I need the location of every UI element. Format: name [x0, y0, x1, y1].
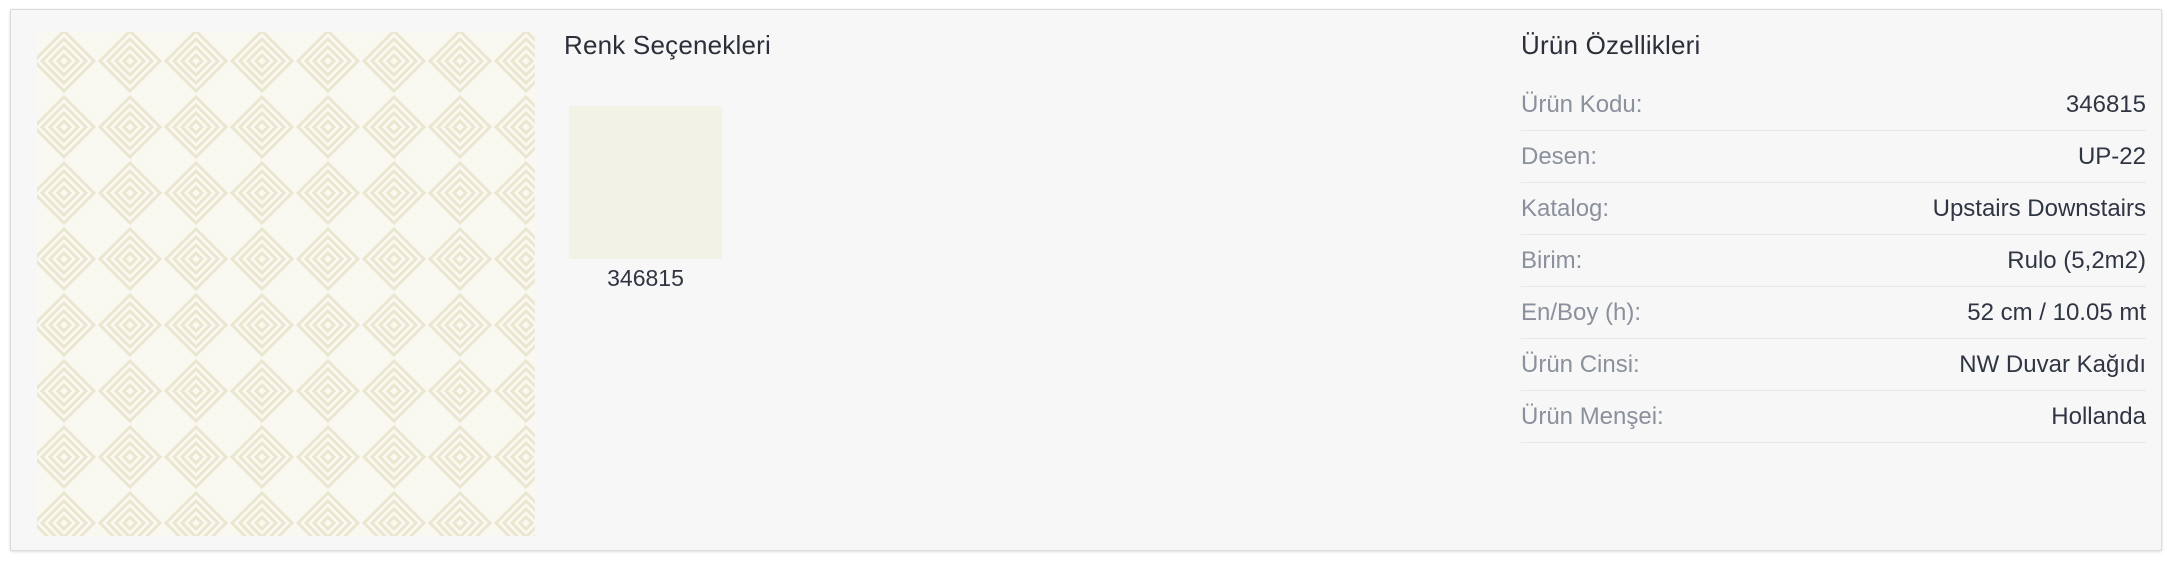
color-options-title: Renk Seçenekleri — [564, 30, 771, 60]
product-pattern-image[interactable] — [37, 32, 535, 536]
color-swatch-code[interactable]: 346815 — [569, 265, 722, 292]
color-swatch[interactable] — [569, 106, 722, 259]
spec-label: Birim: — [1521, 246, 1583, 274]
product-detail-card: Renk Seçenekleri 346815 Ürün Özellikleri… — [10, 9, 2162, 551]
spec-row-unit: Birim: Rulo (5,2m2) — [1521, 235, 2146, 287]
spec-label: Ürün Cinsi: — [1521, 350, 1640, 378]
spec-row-pattern: Desen: UP-22 — [1521, 131, 2146, 183]
spec-list: Ürün Kodu: 346815 Desen: UP-22 Katalog: … — [1521, 79, 2146, 443]
spec-row-catalog: Katalog: Upstairs Downstairs — [1521, 183, 2146, 235]
diamond-pattern-graphic — [37, 32, 535, 536]
spec-label: Ürün Kodu: — [1521, 90, 1643, 118]
spec-label: Desen: — [1521, 142, 1598, 170]
spec-row-product-type: Ürün Cinsi: NW Duvar Kağıdı — [1521, 339, 2146, 391]
spec-value: Rulo (5,2m2) — [2007, 246, 2146, 274]
spec-value: 52 cm / 10.05 mt — [1967, 298, 2146, 326]
spec-row-dimensions: En/Boy (h): 52 cm / 10.05 mt — [1521, 287, 2146, 339]
spec-value: UP-22 — [2077, 142, 2146, 170]
product-specs-title: Ürün Özellikleri — [1521, 30, 1701, 60]
spec-value: Hollanda — [2051, 402, 2146, 430]
spec-value: Upstairs Downstairs — [1932, 194, 2146, 222]
spec-label: Ürün Menşei: — [1521, 402, 1664, 430]
product-specs-section: Ürün Özellikleri Ürün Kodu: 346815 Desen… — [1521, 28, 2146, 443]
spec-row-origin: Ürün Menşei: Hollanda — [1521, 391, 2146, 443]
color-options-section: Renk Seçenekleri 346815 — [564, 28, 964, 291]
spec-label: Katalog: — [1521, 194, 1610, 222]
spec-value: 346815 — [2065, 90, 2146, 118]
spec-value: NW Duvar Kağıdı — [1959, 350, 2146, 378]
spec-label: En/Boy (h): — [1521, 298, 1642, 326]
spec-row-product-code: Ürün Kodu: 346815 — [1521, 79, 2146, 131]
